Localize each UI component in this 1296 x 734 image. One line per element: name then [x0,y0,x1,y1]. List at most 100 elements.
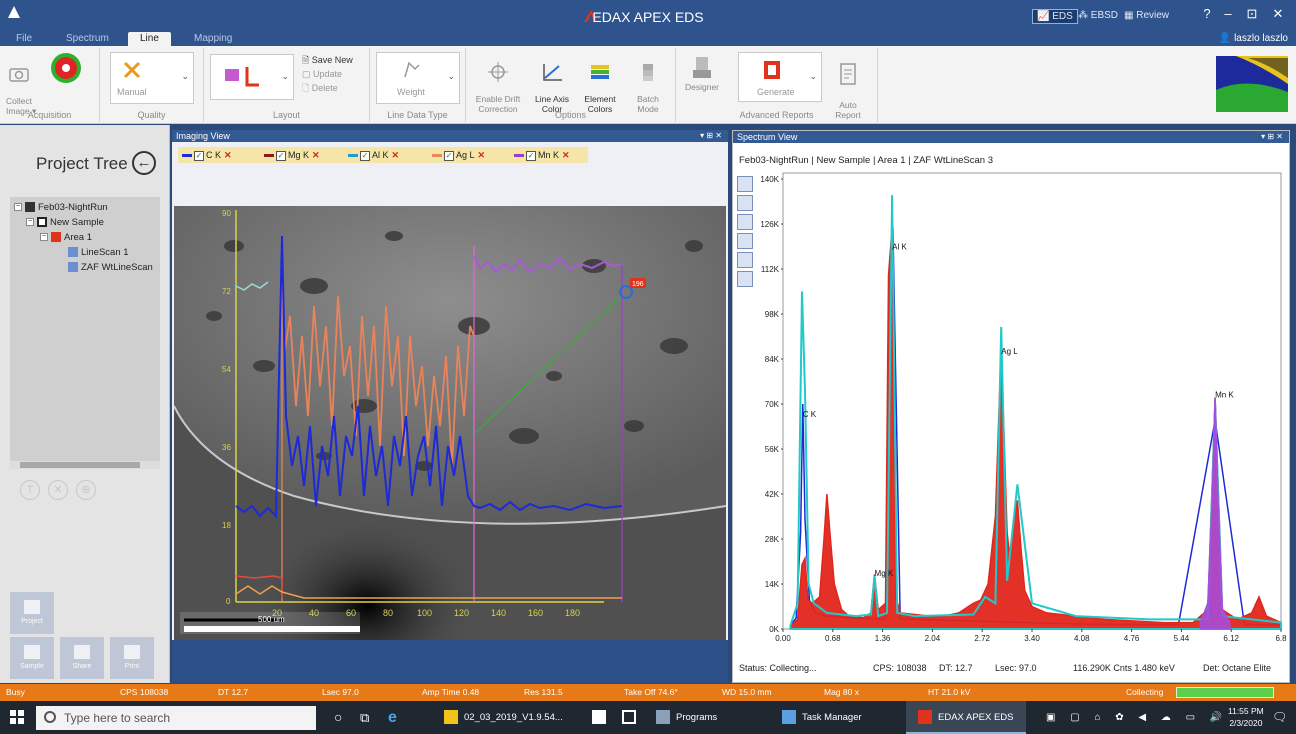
legend-item-c-k[interactable]: ✓ C K ✕ [182,149,232,161]
x-tick-label: 6.12 [1223,634,1239,643]
legend-item-mn-k[interactable]: ✓ Mn K ✕ [514,149,570,161]
generate-report-combo[interactable]: Generate ⌄ [738,52,822,102]
taskbar-edax-item[interactable]: EDAX APEX EDS [906,701,1026,734]
collapse-icon[interactable]: − [14,203,22,212]
help-button[interactable]: ? [1197,6,1217,21]
taskbar-task-manager-item[interactable]: Task Manager [782,701,862,734]
round-button-delete[interactable]: ✕ [48,480,68,500]
task-view-icon[interactable]: ⧉ [360,701,369,734]
auto-report-icon [840,63,856,85]
designer-button[interactable]: Designer [682,54,722,92]
mode-review-button[interactable]: ▦ Review [1120,9,1173,22]
share-nav-button[interactable]: Share [60,637,104,679]
tree-node-sample[interactable]: − New Sample [26,216,104,229]
scrollbar-thumb[interactable] [20,462,140,468]
legend-item-ag-l[interactable]: ✓ Ag L ✕ [432,149,485,161]
checkbox-checked-icon[interactable]: ✓ [276,150,286,161]
mode-eds-button[interactable]: 📈 EDS [1032,9,1078,24]
status-take-off: Take Off 74.6° [624,687,678,697]
x-tick-label: 1.36 [875,634,891,643]
remove-x-icon[interactable]: ✕ [312,150,320,160]
batch-mode-button[interactable]: Batch Mode [628,52,668,114]
taskbar-clock[interactable]: 11:55 PM 2/3/2020 [1228,705,1264,729]
overlay-icon[interactable] [737,233,753,249]
maximize-button[interactable]: ⊡ [1242,6,1262,22]
round-button-add[interactable]: ⊕ [76,480,96,500]
taskbar-explorer-item[interactable]: 02_03_2019_V1.9.54... [444,701,563,734]
panel-controls[interactable]: ▾ ⊞ ✕ [1261,131,1283,143]
tree-node-linescan-1[interactable]: LineScan 1 [68,246,129,259]
envelope-icon [622,710,636,725]
zoom-fit-icon[interactable] [737,176,753,192]
tree-node-project[interactable]: − Feb03-NightRun [14,201,108,214]
windows-start-icon[interactable] [10,710,24,724]
tab-spectrum[interactable]: Spectrum [54,32,121,46]
delete-button[interactable]: 🗋 Delete [302,82,338,94]
checkbox-checked-icon[interactable]: ✓ [360,150,370,161]
app-window: EDAX APEX EDS 📈 EDS ⁂ EBSD ▦ Review ? – … [0,0,1296,734]
system-tray-icons[interactable]: ▣ ▢ ⌂ ✿ ◀ ☁ ▭ 🔊 [1046,701,1228,734]
store-icon[interactable] [592,701,612,734]
record-button-icon[interactable] [50,52,82,84]
remove-x-icon[interactable]: ✕ [224,150,232,160]
spectrum-toolbar [737,176,753,290]
status-resolution: Res 131.5 [524,687,563,697]
imaging-view-panel: Imaging View ▾ ⊞ ✕ ✓ C K ✕ ✓ Mg K ✕ ✓ Al K ✕ ✓ A… [172,130,728,683]
tab-mapping[interactable]: Mapping [182,32,244,46]
linescan-icon [68,262,78,273]
close-button[interactable]: ✕ [1268,6,1288,22]
periodic-table-icon[interactable] [737,214,753,230]
mode-ebsd-button[interactable]: ⁂ EBSD [1074,9,1122,22]
project-nav-button[interactable]: Project [10,592,54,634]
x-tick-label: 0.00 [775,634,791,643]
checkbox-checked-icon[interactable]: ✓ [194,150,204,161]
back-arrow-icon[interactable]: ← [132,151,156,175]
x-tick-label: 180 [565,608,580,618]
peak-id-icon[interactable] [737,195,753,211]
imaging-view-title: Imaging View ▾ ⊞ ✕ [172,130,728,142]
collapse-icon[interactable]: − [26,218,34,227]
notifications-icon[interactable]: 🗨 [1272,701,1287,734]
line-data-type-combo[interactable]: Weight ⌄ [376,52,460,104]
remove-x-icon[interactable]: ✕ [392,150,400,160]
legend-item-mg-k[interactable]: ✓ Mg K ✕ [264,149,320,161]
area-icon [51,232,61,243]
save-icon[interactable] [737,271,753,287]
line-axis-color-button[interactable]: Line Axis Color [530,52,574,114]
collapse-icon[interactable]: − [40,233,48,242]
enable-drift-correction-button[interactable]: Enable Drift Correction [472,52,524,114]
taskbar-programs-item[interactable]: Programs [656,701,717,734]
x-tick-label: 160 [528,608,543,618]
collect-image-button[interactable]: Collect Image ▾ [6,54,42,116]
tree-horizontal-scrollbar[interactable] [10,461,160,469]
element-colors-button[interactable]: Element Colors [578,52,622,114]
spectrum-chart[interactable]: 0K 14K 28K 42K 56K 70K 84K 98K 112K 126K 140K 0.00… [753,171,1289,657]
sem-image[interactable]: 90 72 54 36 18 0 20 40 60 80 100 120 140… [174,206,726,640]
tab-line[interactable]: Line [128,32,171,46]
layout-combo[interactable]: ⌄ [210,54,294,100]
checkbox-checked-icon[interactable]: ✓ [526,150,536,161]
panel-controls[interactable]: ▾ ⊞ ✕ [700,130,722,142]
save-new-button[interactable]: 🗎 Save New [302,54,353,66]
print-nav-button[interactable]: Print [110,637,154,679]
tab-file[interactable]: File [4,32,44,46]
taskbar-search-box[interactable]: Type here to search [36,706,316,730]
edge-browser-icon[interactable]: e [388,701,397,734]
checkbox-checked-icon[interactable]: ✓ [444,150,454,161]
linescan-overlay: 90 72 54 36 18 0 20 40 60 80 100 120 140… [174,206,726,640]
legend-item-al-k[interactable]: ✓ Al K ✕ [348,149,399,161]
sample-nav-button[interactable]: Sample [10,637,54,679]
quality-combo[interactable]: Manual ⌄ [110,52,194,104]
x-tick-label: 4.76 [1124,634,1140,643]
minimize-button[interactable]: – [1218,6,1238,21]
round-button-t[interactable]: T [20,480,40,500]
status-bar: Busy CPS 108038 DT 12.7 Lsec 97.0 Amp Ti… [0,684,1296,701]
update-button[interactable]: ▢ Update [302,68,342,80]
tree-node-zaf-wtlinescan[interactable]: ZAF WtLineScan [68,261,153,274]
cortana-icon[interactable]: ○ [334,701,342,734]
mail-icon[interactable] [622,701,642,734]
remove-x-icon[interactable]: ✕ [478,150,486,160]
tree-node-area[interactable]: − Area 1 [40,231,92,244]
copy-icon[interactable] [737,252,753,268]
remove-x-icon[interactable]: ✕ [562,150,570,160]
